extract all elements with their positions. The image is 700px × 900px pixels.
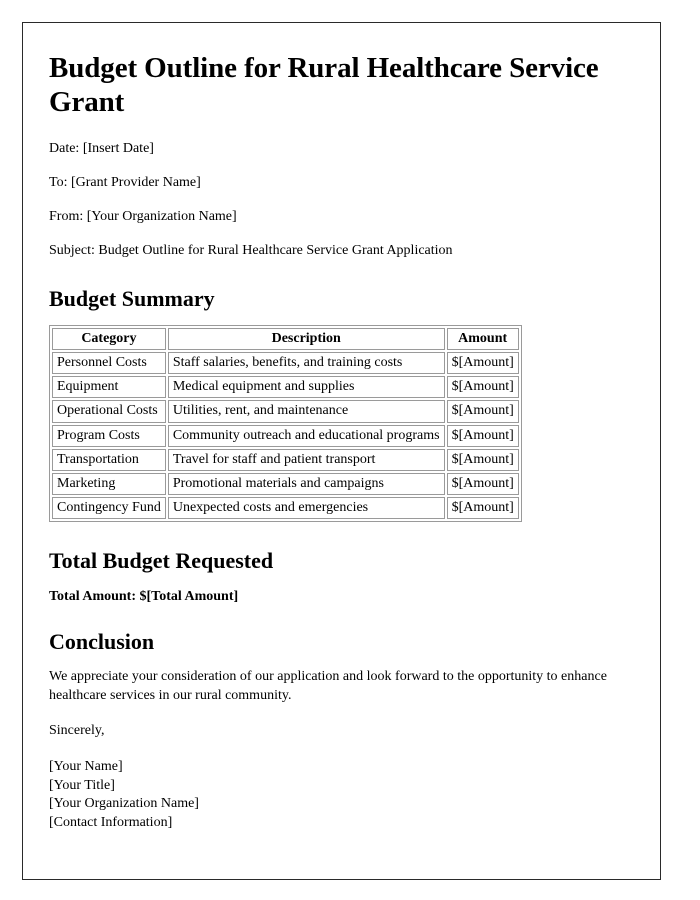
cell-description: Medical equipment and supplies bbox=[167, 376, 445, 399]
cell-category: Transportation bbox=[52, 448, 166, 472]
page-title: Budget Outline for Rural Healthcare Serv… bbox=[49, 52, 599, 119]
cell-category: Marketing bbox=[52, 473, 166, 496]
table-row: Equipment Medical equipment and supplies… bbox=[52, 376, 519, 399]
section-heading-total-budget: Total Budget Requested bbox=[49, 548, 274, 574]
cell-amount: $[Amount] bbox=[446, 497, 519, 520]
column-header-description: Description bbox=[167, 327, 445, 351]
table-row: Marketing Promotional materials and camp… bbox=[52, 473, 519, 496]
cell-description: Unexpected costs and emergencies bbox=[167, 497, 445, 520]
column-header-category: Category bbox=[52, 327, 166, 351]
cell-amount: $[Amount] bbox=[446, 424, 519, 447]
signature-name: [Your Name] bbox=[49, 759, 123, 775]
table-row: Transportation Travel for staff and pati… bbox=[52, 448, 519, 472]
cell-amount: $[Amount] bbox=[446, 400, 519, 423]
cell-description: Utilities, rent, and maintenance bbox=[167, 400, 445, 423]
meta-from: From: [Your Organization Name] bbox=[49, 209, 237, 225]
table-row: Operational Costs Utilities, rent, and m… bbox=[52, 400, 519, 423]
cell-amount: $[Amount] bbox=[446, 352, 519, 375]
cell-description: Staff salaries, benefits, and training c… bbox=[167, 352, 445, 375]
cell-description: Community outreach and educational progr… bbox=[167, 424, 445, 447]
cell-description: Promotional materials and campaigns bbox=[167, 473, 445, 496]
section-heading-conclusion: Conclusion bbox=[49, 628, 155, 654]
signature-block: [Your Name] [Your Title] [Your Organizat… bbox=[49, 758, 620, 832]
document-body: Budget Outline for Rural Healthcare Serv… bbox=[23, 23, 660, 832]
cell-category: Contingency Fund bbox=[52, 497, 166, 520]
meta-to: To: [Grant Provider Name] bbox=[49, 175, 201, 191]
cell-description: Travel for staff and patient transport bbox=[167, 448, 445, 472]
table-header: Category Description Amount bbox=[52, 327, 519, 351]
table-row: Contingency Fund Unexpected costs and em… bbox=[52, 497, 519, 520]
table-row: Program Costs Community outreach and edu… bbox=[52, 424, 519, 447]
cell-amount: $[Amount] bbox=[446, 448, 519, 472]
column-header-amount: Amount bbox=[446, 327, 519, 351]
section-heading-budget-summary: Budget Summary bbox=[49, 285, 215, 311]
cell-amount: $[Amount] bbox=[446, 473, 519, 496]
table-row: Personnel Costs Staff salaries, benefits… bbox=[52, 352, 519, 375]
document-metadata: Date: [Insert Date] To: [Grant Provider … bbox=[49, 141, 620, 259]
closing-salutation: Sincerely, bbox=[49, 722, 105, 738]
cell-amount: $[Amount] bbox=[446, 376, 519, 399]
table-body: Personnel Costs Staff salaries, benefits… bbox=[52, 352, 519, 520]
document-page: Budget Outline for Rural Healthcare Serv… bbox=[22, 22, 661, 880]
signature-contact: [Contact Information] bbox=[49, 814, 173, 830]
cell-category: Program Costs bbox=[52, 424, 166, 447]
signature-organization: [Your Organization Name] bbox=[49, 796, 199, 812]
total-amount-line: Total Amount: $[Total Amount] bbox=[49, 588, 239, 604]
meta-date: Date: [Insert Date] bbox=[49, 141, 154, 157]
cell-category: Equipment bbox=[52, 376, 166, 399]
cell-category: Personnel Costs bbox=[52, 352, 166, 375]
budget-summary-table: Category Description Amount Personnel Co… bbox=[49, 324, 522, 523]
conclusion-paragraph: We appreciate your consideration of our … bbox=[49, 669, 607, 704]
table-header-row: Category Description Amount bbox=[52, 327, 519, 351]
meta-subject: Subject: Budget Outline for Rural Health… bbox=[49, 242, 453, 258]
signature-title: [Your Title] bbox=[49, 777, 115, 793]
cell-category: Operational Costs bbox=[52, 400, 166, 423]
